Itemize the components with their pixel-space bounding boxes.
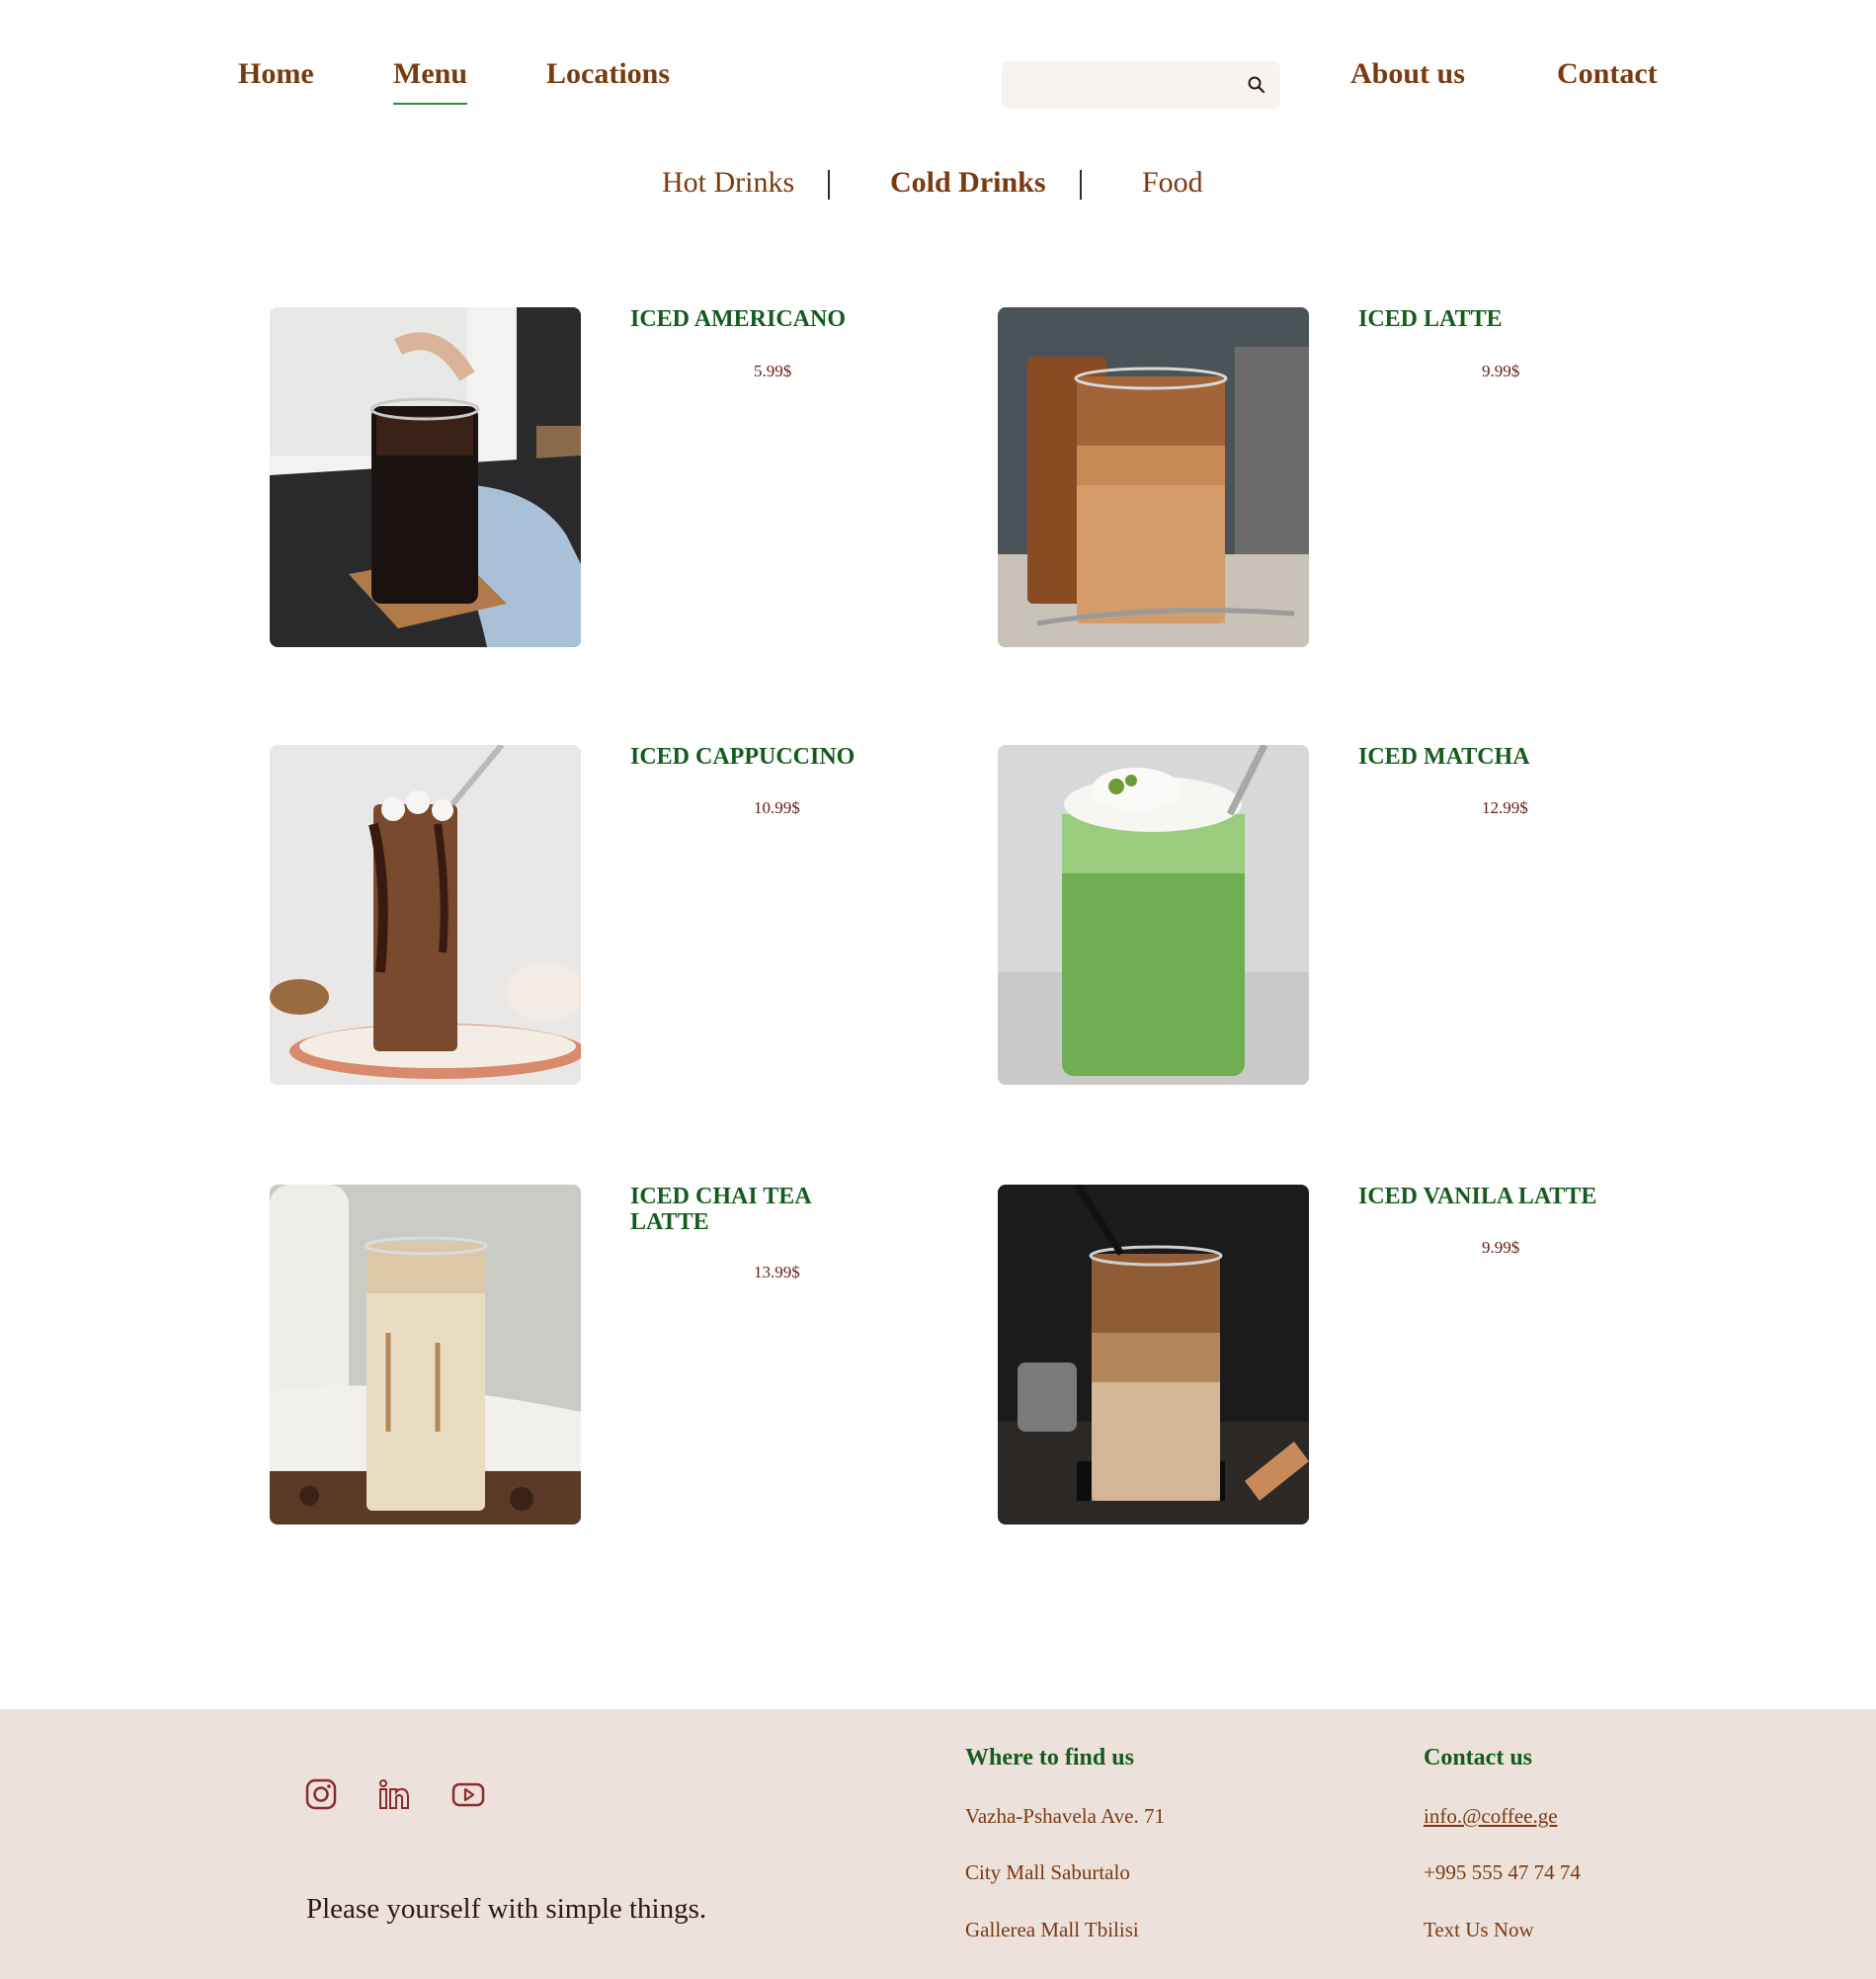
product-name[interactable]: ICED MATCHA: [1358, 744, 1615, 770]
product-photo-iced-matcha[interactable]: [998, 745, 1309, 1085]
product-photo-iced-vanila-latte[interactable]: [998, 1185, 1309, 1525]
product-name[interactable]: ICED CAPPUCCINO: [630, 744, 887, 770]
location-item: Gallerea Mall Tbilisi: [965, 1918, 1139, 1941]
search-input[interactable]: [1002, 61, 1239, 109]
product-price: 10.99$: [754, 798, 800, 817]
nav-menu[interactable]: Menu: [393, 57, 467, 105]
youtube-icon[interactable]: [450, 1776, 486, 1812]
email-link[interactable]: info.@coffee.ge: [1424, 1804, 1558, 1829]
tab-food[interactable]: Food: [1142, 166, 1203, 200]
product-price: 13.99$: [754, 1263, 800, 1281]
top-nav: Home Menu Locations About us Contact: [0, 0, 1876, 148]
product-price: 9.99$: [1482, 1238, 1520, 1257]
instagram-icon[interactable]: [303, 1776, 339, 1812]
product-name[interactable]: ICED AMERICANO: [630, 306, 887, 332]
product-photo-iced-latte[interactable]: [998, 307, 1309, 647]
nav-about[interactable]: About us: [1350, 57, 1465, 91]
where-to-find-heading: Where to find us: [965, 1745, 1134, 1771]
search-box: [1002, 61, 1280, 109]
nav-home[interactable]: Home: [238, 57, 314, 91]
linkedin-icon[interactable]: [376, 1776, 412, 1812]
nav-contact[interactable]: Contact: [1557, 57, 1658, 91]
search-icon[interactable]: [1245, 73, 1268, 97]
tab-divider: [1080, 170, 1082, 200]
product-photo-iced-cappuccino[interactable]: [270, 745, 581, 1085]
contact-heading: Contact us: [1424, 1745, 1533, 1771]
text-us-link[interactable]: Text Us Now: [1424, 1918, 1534, 1942]
product-photo-iced-americano[interactable]: [270, 307, 581, 647]
location-item: Vazha-Pshavela Ave. 71: [965, 1804, 1165, 1828]
product-name[interactable]: ICED CHAI TEA LATTE: [630, 1184, 887, 1235]
footer-tagline: Please yourself with simple things.: [306, 1893, 707, 1925]
tab-cold-drinks[interactable]: Cold Drinks: [890, 166, 1046, 200]
product-price: 9.99$: [1482, 362, 1520, 380]
product-name[interactable]: ICED VANILA LATTE: [1358, 1184, 1674, 1209]
nav-locations[interactable]: Locations: [546, 57, 670, 91]
tab-divider: [828, 170, 830, 200]
product-price: 5.99$: [754, 362, 792, 380]
phone-number: +995 555 47 74 74: [1424, 1860, 1581, 1884]
location-item: City Mall Saburtalo: [965, 1860, 1130, 1884]
product-price: 12.99$: [1482, 798, 1528, 817]
footer: Please yourself with simple things. Wher…: [0, 1709, 1876, 1979]
product-photo-iced-chai-tea-latte[interactable]: [270, 1185, 581, 1525]
tab-hot-drinks[interactable]: Hot Drinks: [662, 166, 794, 200]
product-name[interactable]: ICED LATTE: [1358, 306, 1615, 332]
